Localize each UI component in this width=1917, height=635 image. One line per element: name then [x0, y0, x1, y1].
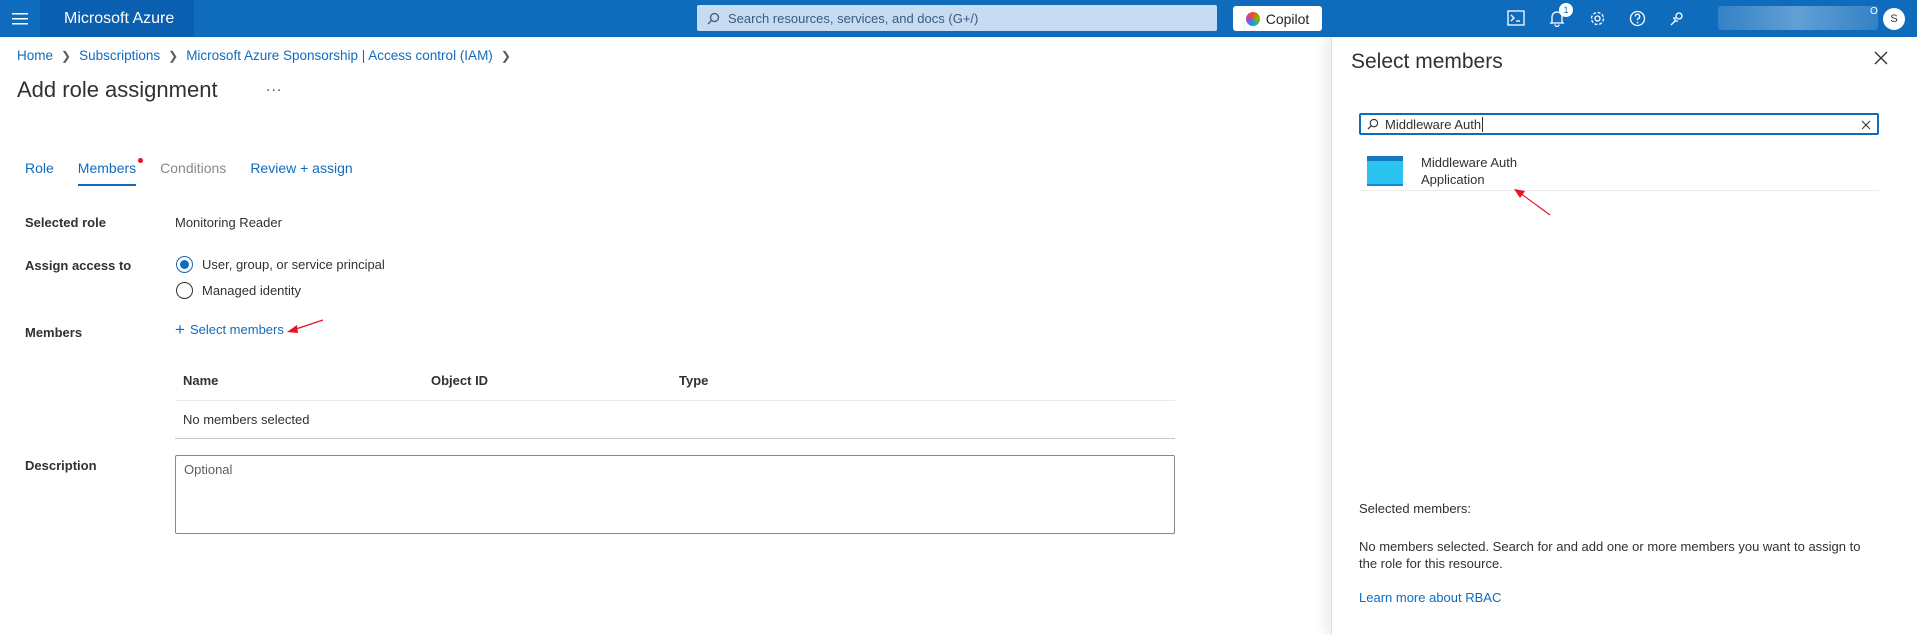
breadcrumb: Home ❯ Subscriptions ❯ Microsoft Azure S…: [17, 48, 519, 63]
notification-badge: 1: [1559, 3, 1573, 17]
notifications-icon[interactable]: 1: [1547, 3, 1573, 28]
feedback-icon[interactable]: [1667, 8, 1687, 28]
column-object-id[interactable]: Object ID: [423, 373, 671, 400]
radio-user-group-sp-label: User, group, or service principal: [202, 257, 385, 272]
no-members-message: No members selected. Search for and add …: [1359, 539, 1861, 571]
select-members-panel: Select members Middleware Auth Middlewar…: [1331, 37, 1917, 635]
result-name: Middleware Auth: [1421, 154, 1518, 170]
table-header: Name Object ID Type: [175, 373, 1175, 401]
page-title: Add role assignment: [17, 77, 218, 102]
help-icon[interactable]: [1627, 8, 1647, 28]
cloud-shell-icon[interactable]: [1506, 8, 1526, 28]
radio-managed-identity-label: Managed identity: [202, 283, 302, 298]
application-icon: [1367, 155, 1403, 186]
members-label: Members: [25, 325, 83, 340]
member-search-input[interactable]: Middleware Auth: [1359, 113, 1879, 135]
close-icon[interactable]: [1874, 51, 1894, 71]
column-type[interactable]: Type: [671, 373, 919, 400]
description-placeholder: Optional: [184, 462, 233, 477]
global-search-placeholder: Search resources, services, and docs (G+…: [728, 10, 979, 26]
more-options-button[interactable]: ...: [266, 78, 282, 96]
description-textarea[interactable]: Optional: [175, 455, 1175, 534]
global-search-input[interactable]: Search resources, services, and docs (G+…: [697, 5, 1217, 31]
tab-members-label: Members: [77, 160, 137, 176]
tab-role[interactable]: Role: [25, 160, 54, 186]
tab-members[interactable]: Members: [77, 158, 144, 186]
search-icon: [1367, 118, 1379, 130]
clear-search-icon[interactable]: [1861, 118, 1871, 133]
annotation-arrow: [287, 319, 324, 333]
wizard-tabs: Role Members Conditions Review + assign: [25, 158, 377, 186]
tab-review-assign[interactable]: Review + assign: [250, 160, 352, 186]
search-icon: [707, 12, 720, 24]
radio-checked: [176, 256, 193, 273]
chevron-right-icon: ❯: [500, 48, 511, 63]
tab-conditions[interactable]: Conditions: [160, 160, 226, 186]
panel-title: Select members: [1351, 50, 1503, 73]
breadcrumb-subscriptions[interactable]: Subscriptions: [79, 48, 160, 63]
account-partial-text: O: [1870, 6, 1878, 17]
assign-access-label: Assign access to: [25, 258, 132, 273]
radio-user-group-sp[interactable]: User, group, or service principal: [176, 256, 385, 273]
account-info-blurred[interactable]: [1718, 6, 1878, 30]
members-table: Name Object ID Type No members selected: [175, 373, 1175, 439]
azure-brand[interactable]: Microsoft Azure: [40, 0, 195, 37]
breadcrumb-home[interactable]: Home: [17, 48, 53, 63]
breadcrumb-iam[interactable]: Microsoft Azure Sponsorship | Access con…: [186, 48, 493, 63]
copilot-icon: [1245, 11, 1260, 26]
chevron-right-icon: ❯: [61, 48, 72, 63]
copilot-button[interactable]: Copilot: [1233, 6, 1322, 31]
select-members-link[interactable]: + Select members: [175, 320, 284, 339]
table-empty-text: No members selected: [183, 412, 310, 427]
copilot-label: Copilot: [1265, 10, 1310, 27]
description-label: Description: [25, 458, 97, 473]
menu-icon[interactable]: [0, 0, 40, 37]
result-text: Middleware Auth Application: [1421, 154, 1517, 188]
select-members-label: Select members: [189, 322, 284, 337]
annotation-arrow: [1514, 189, 1551, 216]
member-search-value: Middleware Auth: [1385, 116, 1484, 132]
settings-gear-icon[interactable]: [1587, 8, 1607, 28]
result-type: Application: [1421, 171, 1485, 187]
learn-more-rbac-link[interactable]: Learn more about RBAC: [1359, 590, 1501, 605]
column-name[interactable]: Name: [175, 373, 423, 400]
selected-role-label: Selected role: [25, 215, 106, 230]
radio-managed-identity[interactable]: Managed identity: [176, 282, 301, 299]
selected-members-label: Selected members:: [1359, 501, 1471, 516]
radio-unchecked: [176, 282, 193, 299]
table-row: No members selected: [175, 401, 1175, 439]
list-item[interactable]: Middleware Auth Application: [1359, 151, 1879, 191]
required-dot: [138, 158, 144, 163]
chevron-right-icon: ❯: [168, 48, 179, 63]
avatar[interactable]: S: [1883, 8, 1905, 30]
plus-icon: +: [175, 320, 185, 339]
selected-role-value: Monitoring Reader: [175, 215, 282, 230]
